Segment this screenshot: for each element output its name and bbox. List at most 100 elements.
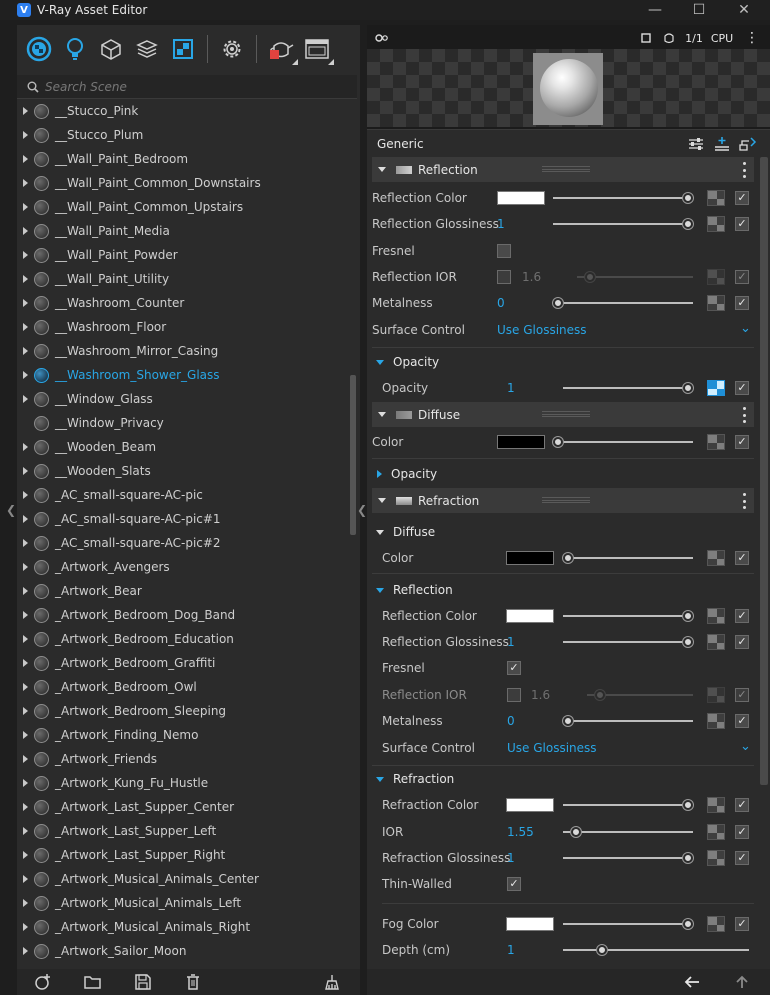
purge-icon[interactable]	[319, 971, 345, 993]
preview-options-icon[interactable]	[373, 29, 391, 47]
expand-arrow-icon[interactable]	[23, 899, 28, 907]
properties-scrollbar[interactable]	[760, 157, 768, 785]
slider-knob[interactable]	[553, 298, 563, 308]
enable-checkbox[interactable]: ✓	[735, 714, 749, 728]
enable-checkbox[interactable]: ✓	[735, 296, 749, 310]
slider-knob[interactable]	[683, 383, 693, 393]
expand-icon[interactable]	[376, 359, 384, 365]
slider-track[interactable]	[553, 441, 693, 443]
slider-knob[interactable]	[563, 716, 573, 726]
stop-render-icon[interactable]	[639, 29, 653, 47]
tree-row[interactable]: _Artwork_Bedroom_Education	[17, 627, 349, 651]
subsection-diffuse[interactable]: Diffuse	[376, 520, 435, 544]
enable-checkbox[interactable]: ✓	[735, 191, 749, 205]
tree-row[interactable]: _Artwork_Sailor_Moon	[17, 939, 349, 963]
tree-row[interactable]: __Wall_Paint_Common_Upstairs	[17, 195, 349, 219]
tree-row[interactable]: __Window_Glass	[17, 387, 349, 411]
slider-knob[interactable]	[683, 853, 693, 863]
tree-row[interactable]: _AC_small-square-AC-pic#2	[17, 531, 349, 555]
expand-arrow-icon[interactable]	[23, 947, 28, 955]
expand-arrow-icon[interactable]	[23, 851, 28, 859]
tree-row[interactable]: __Wall_Paint_Media	[17, 219, 349, 243]
texture-slot-icon[interactable]	[707, 269, 725, 285]
slider-track[interactable]	[553, 302, 693, 304]
prop-value[interactable]: 1.6	[522, 270, 541, 284]
texture-slot-icon[interactable]	[707, 797, 725, 813]
expand-arrow-icon[interactable]	[23, 707, 28, 715]
ior-lock-checkbox[interactable]	[507, 688, 521, 702]
expand-arrow-icon[interactable]	[23, 443, 28, 451]
expand-arrow-icon[interactable]	[23, 323, 28, 331]
slider-knob[interactable]	[683, 193, 693, 203]
expand-arrow-icon[interactable]	[23, 635, 28, 643]
preview-teapot-icon[interactable]	[661, 29, 677, 47]
tree-row[interactable]: _Artwork_Bedroom_Dog_Band	[17, 603, 349, 627]
slider-track[interactable]	[563, 857, 687, 859]
tree-row[interactable]: _Artwork_Musical_Animals_Left	[17, 891, 349, 915]
expand-arrow-icon[interactable]	[23, 587, 28, 595]
enable-checkbox[interactable]: ✓	[735, 435, 749, 449]
texture-slot-icon[interactable]	[707, 380, 725, 396]
prop-value[interactable]: 0	[497, 296, 505, 310]
texture-slot-icon[interactable]	[707, 295, 725, 311]
expand-arrow-icon[interactable]	[23, 251, 28, 259]
tree-row[interactable]: __Stucco_Pink	[17, 99, 349, 123]
texture-slot-icon[interactable]	[707, 687, 725, 703]
expand-arrow-icon[interactable]	[23, 683, 28, 691]
up-arrow-icon[interactable]	[729, 971, 755, 993]
expand-arrow-icon[interactable]	[23, 923, 28, 931]
expand-arrow-icon[interactable]	[23, 107, 28, 115]
slider-knob[interactable]	[683, 219, 693, 229]
expand-icon[interactable]	[378, 167, 386, 172]
expand-arrow-icon[interactable]	[23, 731, 28, 739]
expand-arrow-icon[interactable]	[23, 275, 28, 283]
expand-arrow-icon[interactable]	[23, 227, 28, 235]
slider-track[interactable]	[553, 197, 687, 199]
texture-slot-icon[interactable]	[707, 550, 725, 566]
preview-menu-icon[interactable]: ⋮	[745, 29, 759, 47]
expand-arrow-icon[interactable]	[23, 827, 28, 835]
texture-slot-icon[interactable]	[707, 190, 725, 206]
slider-knob[interactable]	[571, 827, 581, 837]
enable-checkbox[interactable]: ✓	[735, 825, 749, 839]
render-teapot-icon[interactable]	[263, 31, 299, 67]
prop-value[interactable]: 1	[507, 635, 515, 649]
prop-value[interactable]: 1	[507, 381, 515, 395]
expand-arrow-icon[interactable]	[23, 755, 28, 763]
tree-row[interactable]: _Artwork_Avengers	[17, 555, 349, 579]
expand-icon[interactable]	[376, 587, 384, 593]
chevron-down-icon[interactable]: ⌄	[740, 321, 751, 336]
minimize-icon[interactable]: —	[632, 0, 678, 20]
subsection-opacity-collapsed[interactable]: Opacity	[377, 462, 437, 486]
texture-slot-icon[interactable]	[707, 608, 725, 624]
color-swatch[interactable]	[506, 609, 554, 623]
color-swatch[interactable]	[506, 798, 554, 812]
open-folder-icon[interactable]	[80, 971, 106, 993]
drag-handle-icon[interactable]	[542, 411, 590, 417]
slider-knob[interactable]	[553, 437, 563, 447]
frame-buffer-icon[interactable]	[299, 31, 335, 67]
subsection-reflection[interactable]: Reflection	[376, 578, 453, 602]
tree-row[interactable]: __Wall_Paint_Common_Downstairs	[17, 171, 349, 195]
slider-knob[interactable]	[595, 690, 605, 700]
enable-checkbox[interactable]: ✓	[735, 381, 749, 395]
slider-knob[interactable]	[683, 611, 693, 621]
prop-value[interactable]: 0	[507, 714, 515, 728]
expand-icon[interactable]	[378, 498, 386, 503]
tree-row[interactable]: __Stucco_Plum	[17, 123, 349, 147]
tree-row[interactable]: _Artwork_Musical_Animals_Right	[17, 915, 349, 939]
surface-control-dropdown[interactable]: Use Glossiness	[497, 323, 587, 337]
enable-checkbox[interactable]: ✓	[735, 688, 749, 702]
slider-track[interactable]	[563, 557, 693, 559]
delete-icon[interactable]	[180, 971, 206, 993]
tree-row[interactable]: __Washroom_Floor	[17, 315, 349, 339]
slider-knob[interactable]	[585, 272, 595, 282]
tree-row[interactable]: _Artwork_Last_Supper_Center	[17, 795, 349, 819]
expand-icon[interactable]	[376, 529, 384, 535]
enable-checkbox[interactable]: ✓	[735, 551, 749, 565]
tree-row[interactable]: __Washroom_Counter	[17, 291, 349, 315]
slider-track[interactable]	[563, 387, 687, 389]
tree-row[interactable]: __Wall_Paint_Utility	[17, 267, 349, 291]
enable-checkbox[interactable]: ✓	[735, 635, 749, 649]
tree-row[interactable]: _AC_small-square-AC-pic#1	[17, 507, 349, 531]
